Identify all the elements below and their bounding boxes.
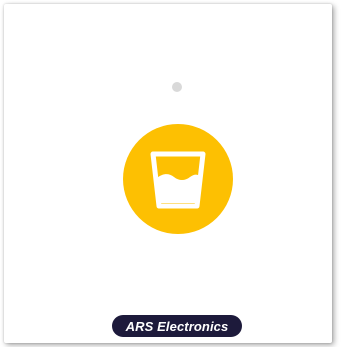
indicator-dot <box>172 82 182 92</box>
brand-badge: ARS Electronics <box>112 315 242 337</box>
water-glass-icon <box>150 151 206 209</box>
brand-label: ARS Electronics <box>125 318 229 334</box>
water-glass-button[interactable] <box>123 124 233 234</box>
